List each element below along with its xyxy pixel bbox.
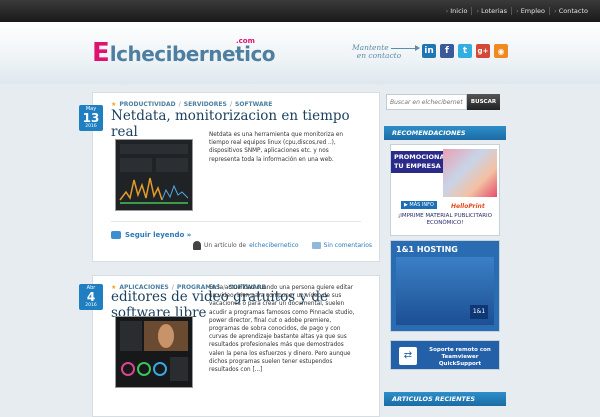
post-video-editors: ★ APLICACIONES / PROGRAMAS / SOFTWARE Abr 4 2… — [79, 275, 380, 417]
hosting-logo: 1&1 — [470, 305, 488, 319]
rss-icon[interactable]: ◉ — [494, 44, 508, 58]
top-bar: Inicio Loterias Empleo Contacto — [0, 0, 600, 22]
widget-recent-title: ARTICULOS RECIENTES — [384, 392, 506, 406]
post-divider — [111, 221, 361, 222]
post-excerpt: En la actualidad cuando una persona quie… — [209, 285, 355, 374]
teamviewer-text: Soporte remoto con Teamviewer QuickSuppo… — [429, 347, 491, 367]
comments-icon — [311, 242, 321, 249]
post-thumbnail[interactable] — [115, 139, 193, 211]
logo-suffix: .com — [236, 37, 255, 45]
read-more-label[interactable]: Seguir leyendo » — [125, 231, 191, 239]
logo-initial: E — [92, 38, 110, 68]
search-form: BUSCAR — [386, 94, 502, 110]
logo-text: lchecibernetico — [109, 42, 276, 66]
follow-line-2: en contacto — [356, 51, 402, 60]
post-date: Abr 4 2016 — [79, 284, 103, 310]
post-meta: Un artículo de elchecibernetico Sin come… — [193, 241, 372, 250]
linkedin-icon[interactable]: in — [422, 44, 436, 58]
googleplus-icon[interactable]: g+ — [476, 44, 490, 58]
hosting-banner-image: 1&1 — [396, 257, 494, 325]
site-header — [0, 22, 600, 84]
post-thumbnail[interactable] — [115, 316, 193, 388]
category-link[interactable]: PRODUCTIVIDAD — [119, 101, 175, 108]
post-date: May 13 2016 — [79, 105, 103, 131]
site-logo[interactable]: Elchecibernetico .com — [92, 37, 276, 68]
top-navigation: Inicio Loterias Empleo Contacto — [442, 0, 592, 22]
star-icon: ★ — [111, 101, 117, 108]
date-day: 13 — [82, 111, 100, 125]
author-link[interactable]: elchecibernetico — [249, 242, 298, 249]
nav-loterias[interactable]: Loterias — [471, 7, 511, 15]
twitter-icon[interactable]: t — [458, 44, 472, 58]
dashboard-chart-image — [119, 144, 189, 204]
search-button[interactable]: BUSCAR — [467, 94, 500, 110]
user-icon — [193, 241, 201, 250]
more-info-button[interactable]: ▶ MÁS INFO — [401, 201, 437, 209]
printed-material-image — [443, 149, 497, 197]
post-netdata: ★ PRODUCTIVIDAD / SERVIDORES / SOFTWARE May 1… — [79, 92, 380, 262]
post-categories: ★ PRODUCTIVIDAD / SERVIDORES / SOFTWARE — [111, 101, 273, 108]
arrow-right-icon — [391, 44, 421, 51]
teamviewer-icon: ⇄ — [399, 347, 417, 365]
follow-label: Mantente en contacto — [352, 44, 421, 60]
social-links: in f t g+ ◉ — [422, 44, 508, 58]
widget-recommendations-title: RECOMENDACIONES — [384, 126, 506, 140]
category-link[interactable]: SOFTWARE — [235, 101, 272, 108]
search-input[interactable] — [386, 94, 467, 110]
video-editor-image — [120, 321, 188, 381]
read-more-link[interactable]: Seguir leyendo » — [111, 231, 191, 239]
facebook-icon[interactable]: f — [440, 44, 454, 58]
hosting-title: 1&1 HOSTING — [396, 245, 458, 254]
nav-contacto[interactable]: Contacto — [549, 7, 592, 15]
ad-hosting[interactable]: 1&1 HOSTING 1&1 — [390, 240, 500, 332]
comment-bubble-icon — [111, 231, 121, 239]
date-day: 4 — [86, 290, 96, 304]
nav-empleo[interactable]: Empleo — [511, 7, 549, 15]
helloprint-logo: HelloPrint — [451, 203, 485, 210]
post-excerpt: Netdata es una herramienta que monitoriz… — [209, 132, 344, 163]
ad-helloprint[interactable]: PROMOCIONA TU EMPRESA ▶ MÁS INFO HelloPr… — [390, 144, 500, 236]
promo-note: ¡IMPRIME MATERIAL PUBLICITARIO ECONÓMICO… — [398, 213, 492, 226]
date-year: 2016 — [85, 303, 97, 308]
promo-heading: PROMOCIONA TU EMPRESA — [391, 151, 445, 173]
ad-teamviewer[interactable]: ⇄ Soporte remoto con Teamviewer QuickSup… — [390, 340, 500, 370]
comments-link[interactable]: Sin comentarios — [324, 242, 372, 249]
category-link[interactable]: SERVIDORES — [184, 101, 227, 108]
author-prefix: Un artículo de — [204, 242, 247, 249]
nav-inicio[interactable]: Inicio — [442, 7, 472, 15]
